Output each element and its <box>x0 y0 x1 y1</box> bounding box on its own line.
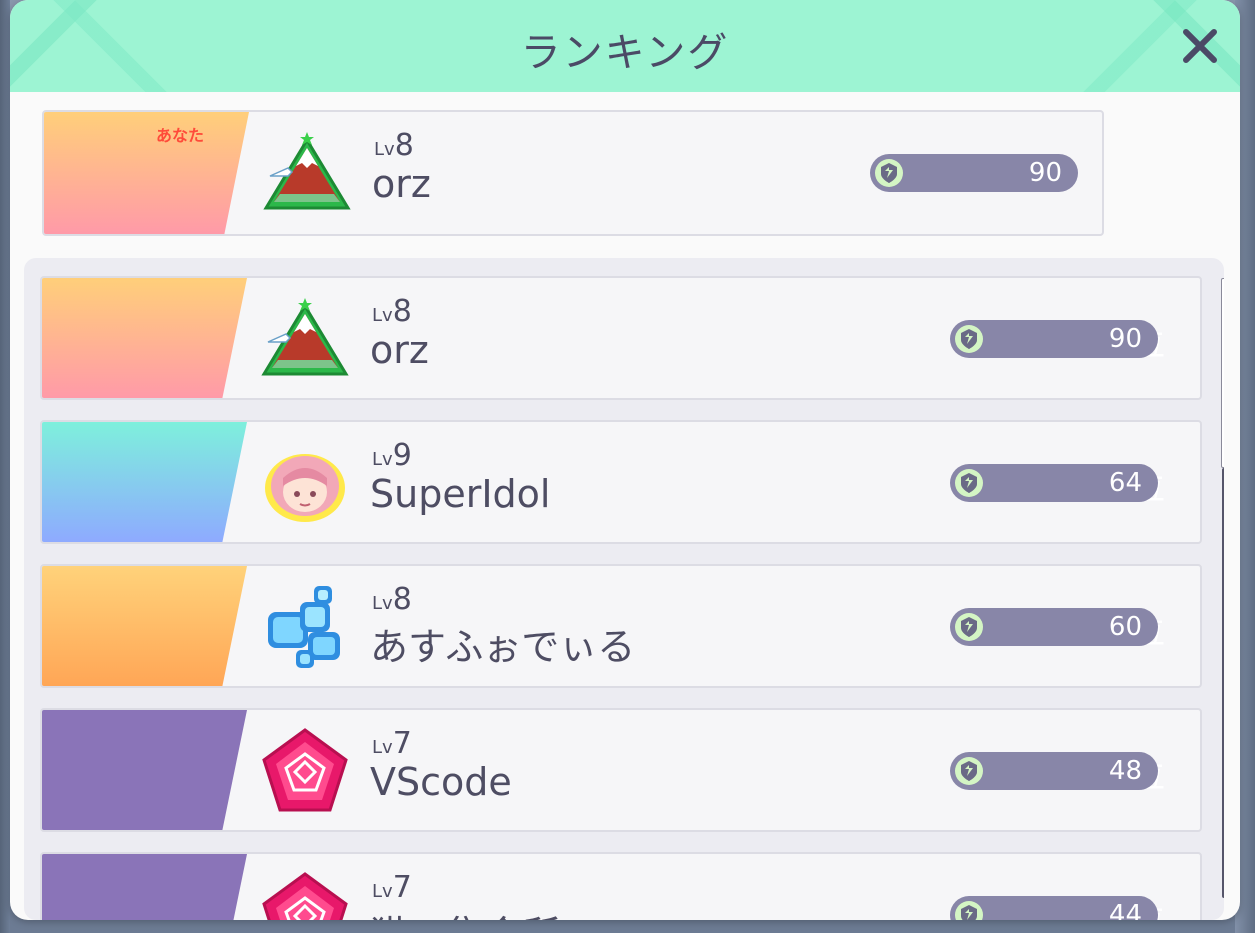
level-tag: Lv <box>374 139 395 160</box>
score-value: 48 <box>1108 756 1142 786</box>
player-name: SuperIdol <box>370 472 551 516</box>
player-name: orz <box>370 328 429 372</box>
you-label: あなた <box>156 126 205 145</box>
rank-band <box>42 422 247 542</box>
level: Lv7 <box>372 726 412 761</box>
close-button[interactable] <box>1176 22 1224 70</box>
ranking-row[interactable]: 2位 Lv9 SuperIdol 64 <box>40 420 1202 544</box>
rank-band <box>44 112 249 234</box>
level: Lv7 <box>372 870 412 905</box>
level: Lv9 <box>372 438 412 473</box>
level-number: 8 <box>392 582 412 617</box>
score-shield-icon <box>955 901 983 920</box>
level: Lv8 <box>372 294 412 329</box>
ranking-row[interactable]: 4位 Lv7 VScode 48 <box>40 708 1202 832</box>
level-tag: Lv <box>372 881 393 902</box>
level-tag: Lv <box>372 305 393 326</box>
player-name: orz <box>372 162 431 206</box>
scrollbar[interactable] <box>1221 278 1224 898</box>
modal-title: ランキング <box>520 30 730 76</box>
scrollbar-thumb[interactable] <box>1222 468 1224 898</box>
score-value: 64 <box>1108 468 1142 498</box>
player-name: VScode <box>370 760 512 804</box>
score-value: 44 <box>1108 900 1142 920</box>
rank-band <box>42 566 247 686</box>
ranking-list[interactable]: 1位 Lv8 orz 90 2位 <box>24 258 1224 920</box>
level: Lv8 <box>372 582 412 617</box>
score-bar: 90 <box>950 320 1158 358</box>
blue-blocks-icon <box>260 582 350 672</box>
score-bar: 48 <box>950 752 1158 790</box>
score-shield-icon <box>955 613 983 641</box>
score-shield-icon <box>875 159 903 187</box>
my-rank-card[interactable]: あなた 1位 Lv8 orz 90 <box>42 110 1104 236</box>
ranking-row[interactable]: 3位 Lv8 あすふぉでぃる 60 <box>40 564 1202 688</box>
level-number: 7 <box>392 870 412 905</box>
score-value: 90 <box>1108 324 1142 354</box>
pink-rose-icon <box>260 726 350 816</box>
score-value: 90 <box>1028 158 1062 188</box>
ranking-row[interactable]: 1位 Lv8 orz 90 <box>40 276 1202 400</box>
level-number: 8 <box>392 294 412 329</box>
level-tag: Lv <box>372 449 393 470</box>
player-name: 猫の集会所 <box>370 904 560 920</box>
mountain-icon <box>260 294 350 384</box>
mountain-icon <box>262 128 352 218</box>
score-bar: 64 <box>950 464 1158 502</box>
ranking-modal: ランキング あなた 1位 Lv8 orz <box>10 0 1240 920</box>
level-number: 7 <box>392 726 412 761</box>
idol-avatar-icon <box>260 438 350 528</box>
modal-header: ランキング <box>10 0 1240 92</box>
player-name: あすふぉでぃる <box>370 625 636 669</box>
score-bar: 44 <box>950 896 1158 920</box>
close-icon <box>1183 29 1217 63</box>
level-tag: Lv <box>372 737 393 758</box>
score-value: 60 <box>1108 612 1142 642</box>
pink-rose-icon <box>260 870 350 920</box>
level-tag: Lv <box>372 593 393 614</box>
level: Lv8 <box>374 128 414 163</box>
rank-band <box>42 854 247 920</box>
level-number: 9 <box>392 438 412 473</box>
ranking-row[interactable]: 5位 Lv7 猫の集会所 44 <box>40 852 1202 920</box>
score-shield-icon <box>955 757 983 785</box>
rank-band <box>42 710 247 830</box>
score-bar: 90 <box>870 154 1078 192</box>
score-bar: 60 <box>950 608 1158 646</box>
rank-band <box>42 278 247 398</box>
scrollbar-track <box>1221 278 1224 468</box>
level-number: 8 <box>394 128 414 163</box>
score-shield-icon <box>955 325 983 353</box>
score-shield-icon <box>955 469 983 497</box>
